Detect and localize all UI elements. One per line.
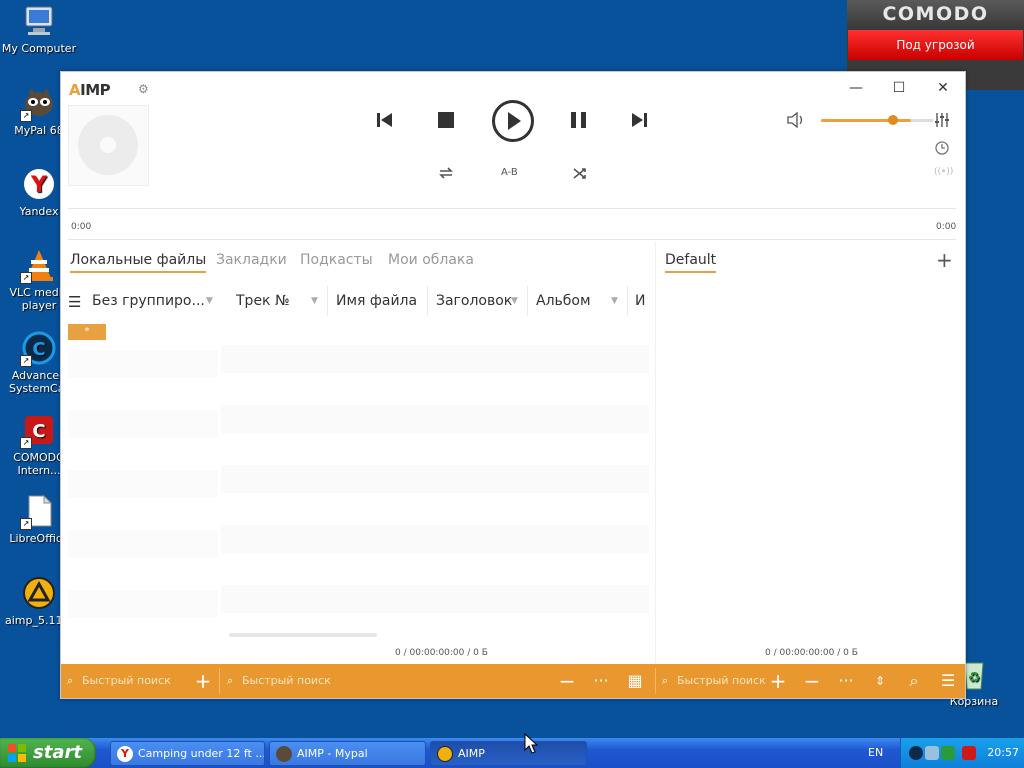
quick-search-input-2[interactable]: Быстрый поиск (242, 664, 331, 698)
more-options-button[interactable]: ··· (589, 664, 613, 698)
yandex-icon: Y (117, 746, 133, 762)
svg-text:♻: ♻ (968, 670, 981, 686)
library-status: 0 / 00:00:00:00 / 0 Б (395, 648, 488, 658)
advanced-systemcare-tray-icon[interactable] (909, 746, 923, 760)
shortcut-arrow-icon: ↗ (20, 110, 32, 122)
filter-icon[interactable]: ▼ (311, 296, 318, 306)
tab-playlist-default[interactable]: Default (665, 252, 717, 273)
mypal-icon: ↗ (20, 86, 56, 122)
svg-text:C: C (32, 339, 45, 360)
settings-gear-icon[interactable]: ⚙ (138, 82, 149, 96)
sort-updown-icon[interactable]: ⇕ (868, 664, 892, 698)
column-artist[interactable]: И (635, 293, 645, 309)
filter-icon[interactable]: ▼ (511, 296, 518, 306)
system-tray: 20:57 (900, 738, 1024, 768)
desktop-icon-my-computer[interactable]: My Computer (0, 4, 79, 55)
taskbar-item-aimp-mypal[interactable]: AIMP - Mypal (269, 741, 426, 766)
tab-my-clouds[interactable]: Мои облака (388, 252, 474, 268)
pause-icon[interactable] (570, 112, 588, 128)
filter-icon[interactable]: ▼ (611, 296, 618, 306)
playlist-menu-icon[interactable]: ☰ (936, 664, 960, 698)
quick-search-input-1[interactable]: Быстрый поиск (82, 664, 171, 698)
search-icon: ⌕ (227, 674, 234, 687)
advanced-systemcare-icon: C ↗ (20, 331, 56, 367)
comodo-icon: C ↗ (20, 413, 56, 449)
my-computer-icon (22, 4, 56, 38)
stop-icon[interactable] (437, 112, 455, 128)
aimp-window: AIMP ⚙ — ☐ ✕ A-B ((•)) 0:00 0:00 Локальн… (60, 71, 966, 699)
next-track-icon[interactable] (631, 112, 649, 128)
menu-hamburger-icon[interactable]: ☰ (68, 293, 81, 311)
seek-bar[interactable] (68, 239, 956, 240)
shortcut-arrow-icon: ↗ (20, 272, 32, 284)
grouping-dropdown[interactable]: Без группиро... (92, 293, 205, 309)
vlc-cone-icon: ↗ (20, 248, 56, 284)
search-playlist-icon[interactable]: ⌕ (902, 664, 926, 698)
libreoffice-icon: ↗ (20, 494, 56, 530)
network-tray-icon[interactable] (925, 746, 939, 760)
search-icon: ⌕ (662, 674, 669, 687)
grid-view-icon[interactable]: ▦ (623, 664, 647, 698)
desktop-icon-label: My Computer (1, 42, 77, 55)
playlist-status: 0 / 00:00:00:00 / 0 Б (765, 648, 858, 658)
tab-local-files[interactable]: Локальные файлы (70, 252, 207, 273)
horizontal-scrollbar[interactable] (229, 633, 377, 637)
tab-podcasts[interactable]: Подкасты (300, 252, 373, 268)
start-button[interactable]: start (0, 738, 96, 768)
ab-repeat-button[interactable]: A-B (501, 167, 518, 178)
taskbar-item-yandex[interactable]: Y Camping under 12 ft ... (110, 741, 265, 766)
shortcut-arrow-icon: ↗ (20, 518, 32, 530)
maximize-button[interactable]: ☐ (882, 78, 916, 98)
timer-clock-icon[interactable] (935, 141, 949, 155)
remove-files-button[interactable]: − (800, 664, 824, 698)
shortcut-arrow-icon: ↗ (20, 437, 32, 449)
column-title[interactable]: Заголовок (436, 293, 512, 309)
add-files-button[interactable]: + (766, 664, 790, 698)
comodo-status-alert[interactable]: Под угрозой (848, 30, 1023, 60)
yandex-icon: Y (22, 167, 56, 201)
mouse-cursor-icon (524, 733, 538, 754)
svg-text:Y: Y (30, 173, 48, 198)
more-actions-button[interactable]: ··· (834, 664, 858, 698)
aimp-icon (437, 746, 453, 762)
close-button[interactable]: ✕ (926, 78, 960, 98)
search-icon: ⌕ (67, 674, 74, 687)
column-album[interactable]: Альбом (536, 293, 591, 309)
tab-bookmarks[interactable]: Закладки (216, 252, 287, 268)
minimize-button[interactable]: — (839, 78, 873, 98)
equalizer-icon[interactable] (934, 112, 950, 128)
column-track-number[interactable]: Трек № (236, 293, 290, 309)
time-current: 0:00 (71, 222, 92, 232)
time-total: 0:00 (936, 222, 957, 232)
quick-search-input-3[interactable]: Быстрый поиск (677, 664, 766, 698)
aimp-icon (22, 576, 56, 610)
shuffle-icon[interactable] (572, 166, 588, 180)
add-button[interactable]: + (191, 664, 215, 698)
repeat-icon[interactable] (438, 166, 454, 180)
add-playlist-button[interactable]: + (936, 248, 953, 272)
previous-track-icon[interactable] (376, 112, 394, 128)
taskbar: start Y Camping under 12 ft ... AIMP - My… (0, 738, 1024, 768)
windows-flag-icon (8, 744, 26, 762)
comodo-tray-icon[interactable] (962, 746, 976, 760)
radio-broadcast-icon[interactable]: ((•)) (934, 167, 953, 177)
language-indicator[interactable]: EN (868, 738, 883, 768)
play-button[interactable] (492, 100, 534, 142)
remove-button[interactable]: − (555, 664, 579, 698)
chevron-down-icon[interactable]: ▼ (206, 296, 213, 306)
group-all-tag[interactable]: * (68, 324, 106, 340)
mypal-icon (276, 746, 292, 762)
security-tray-icon[interactable] (941, 746, 955, 760)
comodo-brand: COMODO (847, 0, 1024, 28)
shortcut-arrow-icon: ↗ (20, 355, 32, 367)
album-cover (68, 105, 149, 186)
aimp-logo: AIMP (69, 81, 111, 99)
bottom-toolbar: ⌕ Быстрый поиск + ⌕ Быстрый поиск − ··· … (61, 664, 965, 698)
volume-speaker-icon[interactable] (787, 112, 805, 128)
clock: 20:57 (987, 746, 1019, 759)
taskbar-item-aimp[interactable]: AIMP (430, 741, 587, 766)
svg-text:C: C (32, 421, 45, 442)
column-file-name[interactable]: Имя файла (336, 293, 417, 309)
volume-slider-handle[interactable] (888, 115, 898, 125)
